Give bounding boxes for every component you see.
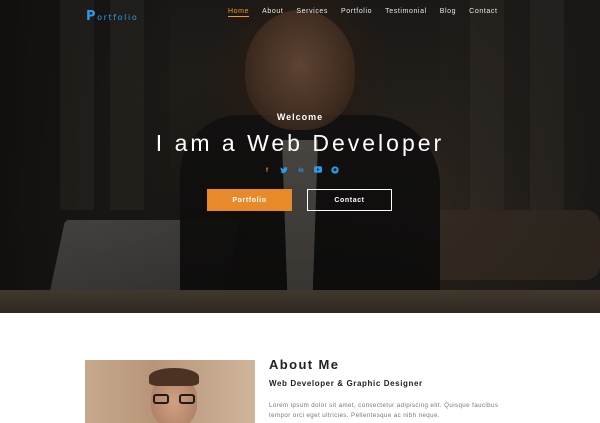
youtube-icon[interactable] (313, 166, 323, 176)
github-icon[interactable] (330, 166, 340, 176)
hero-welcome: Welcome (276, 112, 324, 122)
about-section: About Me Web Developer & Graphic Designe… (0, 313, 600, 423)
nav-item-home[interactable]: Home (228, 8, 250, 17)
glasses-icon (153, 394, 195, 404)
nav-item-contact[interactable]: Contact (469, 8, 497, 17)
nav-item-testimonial[interactable]: Testimonial (385, 8, 427, 17)
about-description: Lorem ipsum dolor sit amet, consectetur … (269, 402, 499, 419)
nav-menu: Home About Services Portfolio Testimonia… (228, 8, 511, 17)
nav-item-blog[interactable]: Blog (440, 8, 456, 17)
social-links: f in (262, 166, 340, 176)
twitter-icon[interactable] (279, 166, 289, 176)
brand-initial: P (86, 9, 98, 24)
linkedin-icon[interactable]: in (296, 166, 306, 176)
hero-section: Portfolio Home About Services Portfolio … (0, 0, 600, 313)
contact-button[interactable]: Contact (307, 189, 392, 211)
brand-logo[interactable]: Portfolio (86, 5, 138, 24)
facebook-icon[interactable]: f (262, 166, 272, 176)
about-photo-hair (149, 368, 199, 386)
about-title: About Me (269, 357, 340, 372)
about-photo (85, 360, 255, 423)
nav-item-portfolio[interactable]: Portfolio (341, 8, 372, 17)
nav-item-about[interactable]: About (262, 8, 283, 17)
hero-headline: I am a Web Developer (155, 130, 445, 156)
about-subtitle: Web Developer & Graphic Designer (269, 379, 423, 388)
top-navbar: Portfolio Home About Services Portfolio … (0, 0, 600, 26)
brand-name: ortfolio (97, 13, 139, 22)
nav-item-services[interactable]: Services (296, 8, 328, 17)
portfolio-button[interactable]: Portfolio (207, 189, 292, 211)
